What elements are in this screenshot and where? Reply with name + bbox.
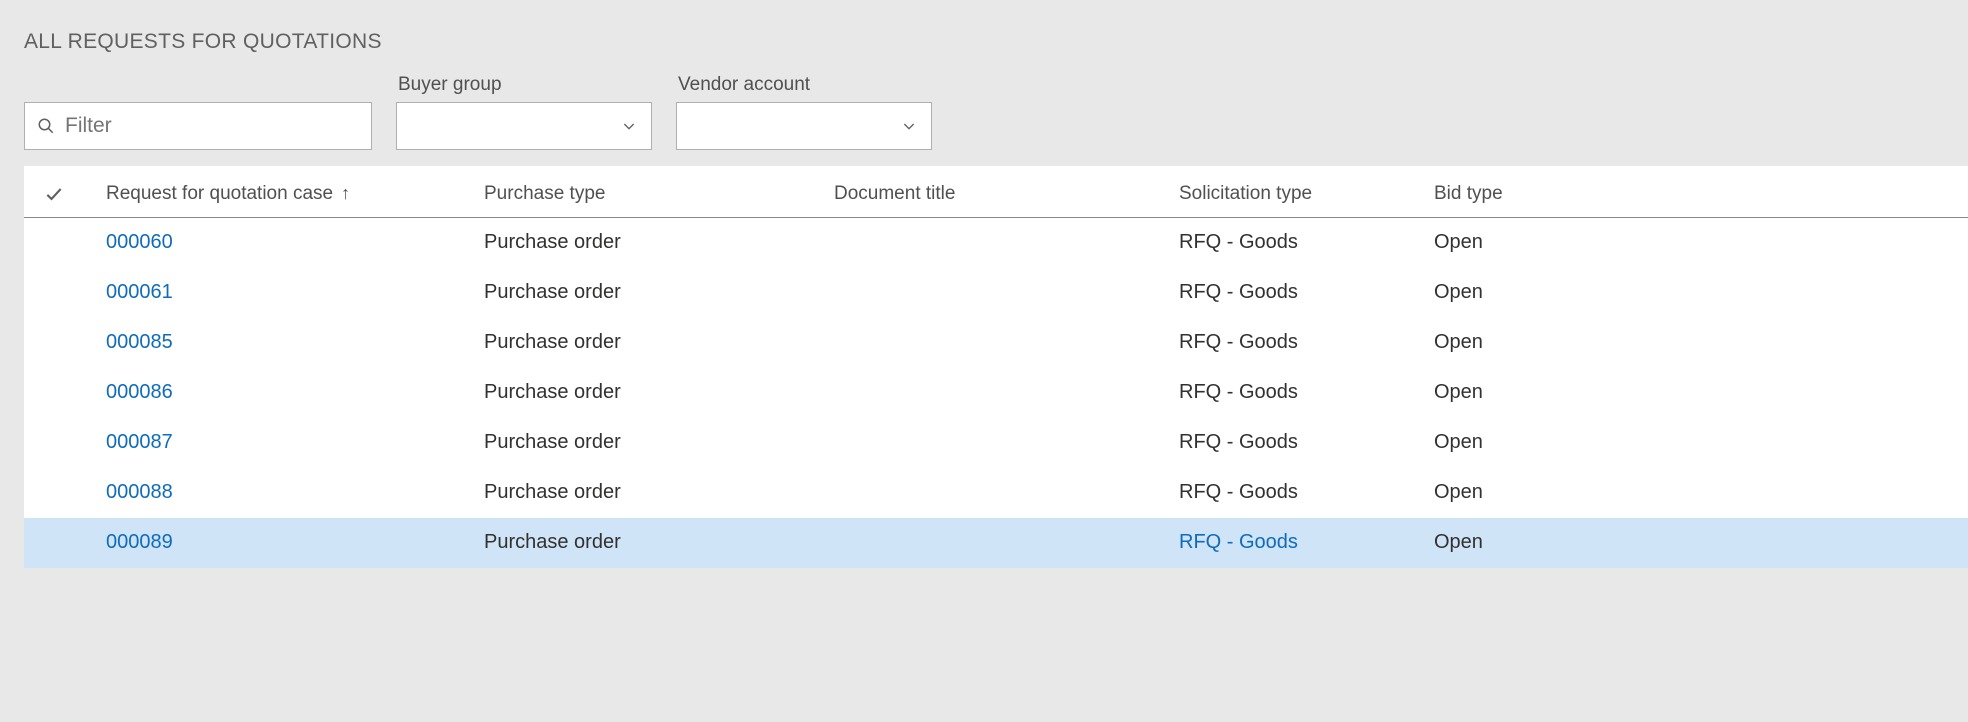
buyer-group-label: Buyer group: [396, 74, 652, 96]
filter-search-group: [24, 102, 372, 150]
bid-type-cell: Open: [1434, 481, 1968, 504]
chevron-down-icon: [621, 118, 637, 134]
bid-type-cell: Open: [1434, 531, 1968, 554]
page-title: ALL REQUESTS FOR QUOTATIONS: [0, 0, 1968, 74]
rfq-case-link[interactable]: 000060: [84, 231, 484, 254]
column-document-title[interactable]: Document title: [834, 183, 1179, 205]
search-input[interactable]: [55, 114, 371, 138]
rfq-case-link[interactable]: 000086: [84, 381, 484, 404]
purchase-type-cell: Purchase order: [484, 531, 834, 554]
column-solicitation-type[interactable]: Solicitation type: [1179, 183, 1434, 205]
rfq-case-link[interactable]: 000089: [84, 531, 484, 554]
purchase-type-cell: Purchase order: [484, 431, 834, 454]
bid-type-cell: Open: [1434, 431, 1968, 454]
bid-type-cell: Open: [1434, 331, 1968, 354]
purchase-type-cell: Purchase order: [484, 481, 834, 504]
solicitation-type-cell: RFQ - Goods: [1179, 331, 1434, 354]
vendor-account-label: Vendor account: [676, 74, 932, 96]
solicitation-type-cell: RFQ - Goods: [1179, 481, 1434, 504]
search-input-wrap[interactable]: [24, 102, 372, 150]
table-row[interactable]: 000061Purchase order RFQ - GoodsOpen: [24, 268, 1968, 318]
vendor-account-dropdown[interactable]: [676, 102, 932, 150]
table-row[interactable]: 000087Purchase order RFQ - GoodsOpen: [24, 418, 1968, 468]
solicitation-type-cell: RFQ - Goods: [1179, 381, 1434, 404]
column-rfq-case[interactable]: Request for quotation case ↑: [84, 183, 484, 205]
table-row[interactable]: 000085Purchase order RFQ - GoodsOpen: [24, 318, 1968, 368]
rfq-grid: Request for quotation case ↑ Purchase ty…: [24, 166, 1968, 568]
bid-type-cell: Open: [1434, 281, 1968, 304]
grid-body: 000060Purchase orderRFQ - GoodsOpen00006…: [24, 218, 1968, 568]
solicitation-type-cell: RFQ - Goods: [1179, 231, 1434, 254]
purchase-type-cell: Purchase order: [484, 381, 834, 404]
select-all-column[interactable]: [24, 184, 84, 204]
solicitation-type-cell[interactable]: RFQ - Goods: [1179, 531, 1434, 554]
vendor-account-filter: Vendor account: [676, 74, 932, 150]
solicitation-type-cell: RFQ - Goods: [1179, 431, 1434, 454]
purchase-type-cell: Purchase order: [484, 331, 834, 354]
grid-header: Request for quotation case ↑ Purchase ty…: [24, 166, 1968, 218]
rfq-case-link[interactable]: 000087: [84, 431, 484, 454]
bid-type-cell: Open: [1434, 381, 1968, 404]
chevron-down-icon: [901, 118, 917, 134]
column-rfq-case-label: Request for quotation case: [106, 183, 333, 205]
rfq-case-link[interactable]: 000085: [84, 331, 484, 354]
rfq-case-link[interactable]: 000061: [84, 281, 484, 304]
table-row[interactable]: 000060Purchase order RFQ - GoodsOpen: [24, 218, 1968, 268]
filters-row: Buyer group Vendor account: [0, 74, 1968, 166]
sort-ascending-icon: ↑: [341, 183, 350, 204]
rfq-case-link[interactable]: 000088: [84, 481, 484, 504]
buyer-group-dropdown[interactable]: [396, 102, 652, 150]
search-icon: [37, 117, 55, 135]
buyer-group-filter: Buyer group: [396, 74, 652, 150]
bid-type-cell: Open: [1434, 231, 1968, 254]
purchase-type-cell: Purchase order: [484, 281, 834, 304]
table-row[interactable]: 000088Purchase order RFQ - GoodsOpen: [24, 468, 1968, 518]
column-purchase-type[interactable]: Purchase type: [484, 183, 834, 205]
checkmark-icon: [44, 184, 64, 204]
column-bid-type[interactable]: Bid type: [1434, 183, 1968, 205]
table-row[interactable]: 000089Purchase order RFQ - GoodsOpen: [24, 518, 1968, 568]
purchase-type-cell: Purchase order: [484, 231, 834, 254]
solicitation-type-cell: RFQ - Goods: [1179, 281, 1434, 304]
table-row[interactable]: 000086Purchase order RFQ - GoodsOpen: [24, 368, 1968, 418]
